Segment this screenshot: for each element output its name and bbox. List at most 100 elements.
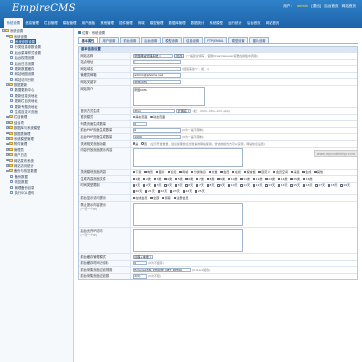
keyword-input[interactable]: EmpireCMS_PHOME_NET_DEMO [132, 267, 191, 272]
nav-item[interactable]: 信息管理 [23, 18, 42, 28]
nav-item[interactable]: 其他管理 [98, 18, 117, 28]
checkbox-option[interactable]: 8天 [206, 183, 214, 187]
checkbox-option[interactable]: 25天 [195, 189, 205, 193]
tab[interactable]: 前台设置 [119, 37, 140, 43]
checkbox-option[interactable]: 文章 [208, 170, 218, 174]
extension-select[interactable]: 扩展名 [176, 108, 192, 113]
modify-button[interactable]: 修改 [174, 53, 185, 58]
tab[interactable]: 模型设置 [228, 37, 249, 43]
admin-email-input[interactable]: admin@phome.net [132, 73, 181, 78]
nav-item[interactable]: 数据库管理 [166, 18, 188, 28]
expand-icon[interactable]: + [6, 137, 9, 140]
tab[interactable]: 用户设置 [98, 37, 119, 43]
nav-item[interactable]: 商城 [135, 18, 147, 28]
expand-icon[interactable]: + [6, 164, 9, 167]
key-limit-input[interactable]: 2(0) [132, 274, 147, 279]
checkbox-option[interactable]: 2天 [143, 183, 151, 187]
checkbox-option[interactable]: 22天 [157, 189, 167, 193]
tab[interactable]: 基本属性 [78, 37, 98, 43]
checkbox-option[interactable]: 9类 [217, 177, 225, 181]
nav-item[interactable]: 模型管理 [147, 18, 166, 28]
checkbox-option[interactable]: 13天 [265, 183, 275, 187]
checkbox-option[interactable]: 2类 [143, 177, 151, 181]
site-name-select[interactable]: 帝国网站管理系统 [132, 53, 173, 58]
expand-icon[interactable]: + [6, 147, 9, 151]
site-keywords-input[interactable]: 帝国CMS [132, 80, 181, 85]
nav-item[interactable]: 插件管理 [117, 18, 136, 28]
checkbox-option[interactable]: 10天 [227, 183, 238, 187]
checkbox-option[interactable]: 5类 [174, 177, 183, 181]
checkbox-option[interactable]: 论坛 [167, 170, 176, 174]
checkbox-option[interactable]: 12类 [252, 177, 263, 181]
checkbox-option[interactable]: 采集 [290, 170, 300, 174]
page-num-input[interactable]: 0 [132, 128, 181, 133]
checkbox-option[interactable]: 11天 [240, 183, 250, 187]
checkbox-option[interactable]: 24天 [182, 189, 192, 193]
checkbox-option[interactable]: 18天 [327, 183, 338, 187]
page-num2-input[interactable]: 1000 [132, 135, 181, 140]
checkbox-option[interactable]: 在线 [232, 170, 241, 174]
checkbox-option[interactable]: 3天 [153, 183, 162, 187]
expand-icon[interactable]: + [6, 115, 9, 119]
checkbox-option[interactable]: 3类 [153, 177, 162, 181]
checkbox-option[interactable]: 16类 [302, 177, 313, 181]
checkbox-option[interactable]: 19天 [340, 183, 350, 187]
checkbox-option[interactable]: 12天 [252, 183, 263, 187]
sidebar-item[interactable]: 执行SQL语句 [0, 190, 73, 195]
nav-item[interactable]: 运行统计 [226, 18, 245, 28]
checkbox-option[interactable]: 11类 [240, 177, 250, 181]
checkbox-option[interactable]: 留言板 [243, 170, 256, 174]
site-url-input[interactable]: / [132, 60, 181, 65]
expand-icon[interactable]: + [6, 153, 9, 156]
expand-icon[interactable]: + [6, 126, 9, 130]
tab[interactable]: FTP/EMAIL [203, 37, 228, 43]
checkbox-option[interactable]: 生成 [302, 170, 311, 174]
tab[interactable]: 后台设置 [140, 37, 161, 43]
checkbox-option[interactable]: 23天 [170, 189, 180, 193]
checkbox-option[interactable]: 16天 [302, 183, 313, 187]
tab[interactable]: 信息设置 [182, 37, 203, 43]
nav-item[interactable]: 系统设置 [4, 18, 23, 28]
checkbox-option[interactable]: 下载 [132, 170, 141, 174]
checkbox-option[interactable]: 14天 [277, 183, 288, 187]
nav-item[interactable]: 系统模型 [207, 18, 226, 28]
collapse-icon[interactable]: - [6, 169, 9, 173]
checkbox-option[interactable]: 10类 [227, 177, 238, 181]
expand-icon[interactable]: + [6, 142, 9, 146]
checkbox-option[interactable]: 6类 [185, 177, 193, 181]
checkbox-option[interactable]: 9天 [217, 183, 225, 187]
ip-block-textarea[interactable] [132, 202, 243, 226]
nav-item[interactable]: 数据统计 [188, 18, 207, 28]
checkbox-option[interactable]: 分类信息 [190, 170, 206, 174]
collapse-icon[interactable]: - [2, 29, 5, 32]
checkbox-option[interactable]: 15天 [290, 183, 300, 187]
admin-home-link[interactable]: 后台首页 [324, 4, 338, 9]
checkbox-option[interactable]: 1类 [132, 177, 140, 181]
checkbox-option[interactable]: 1天 [132, 183, 140, 187]
index-file-input[interactable]: dtvn [132, 108, 175, 113]
nav-item[interactable]: 用户面板 [79, 18, 98, 28]
checkbox-option[interactable]: 商城 [179, 170, 188, 174]
collapse-icon[interactable]: - [6, 83, 9, 86]
list-num-input[interactable]: 0 [132, 121, 147, 127]
static-radio[interactable]: 静态页面 [132, 115, 147, 119]
cache-mode-select[interactable]: 远程+本地 [132, 254, 153, 259]
checkbox-option[interactable]: 注册会员 [173, 196, 188, 200]
site-desc-textarea[interactable]: 帝国CMS [132, 86, 205, 106]
collapse-icon[interactable]: - [6, 34, 9, 38]
checkbox-option[interactable]: 其他 [314, 170, 323, 174]
expand-icon[interactable]: + [6, 158, 9, 162]
close-words-textarea[interactable] [132, 148, 243, 168]
checkbox-option[interactable]: 4类 [164, 177, 172, 181]
checkbox-option[interactable]: 5天 [174, 183, 183, 187]
nav-item[interactable]: 后台首页 [244, 18, 263, 28]
checkbox-option[interactable]: 会员 [220, 170, 229, 174]
checkbox-option[interactable]: 4天 [164, 183, 172, 187]
checkbox-option[interactable]: 7类 [196, 177, 204, 181]
checkbox-option[interactable]: 电影 [144, 170, 153, 174]
checkbox-option[interactable]: 15类 [290, 177, 300, 181]
tab[interactable]: 模型设置 [161, 37, 182, 43]
checkbox-option[interactable]: 21天 [145, 189, 155, 193]
dynamic-radio[interactable]: 动态页面 [150, 115, 165, 119]
checkbox-option[interactable]: 图片 [155, 170, 165, 174]
